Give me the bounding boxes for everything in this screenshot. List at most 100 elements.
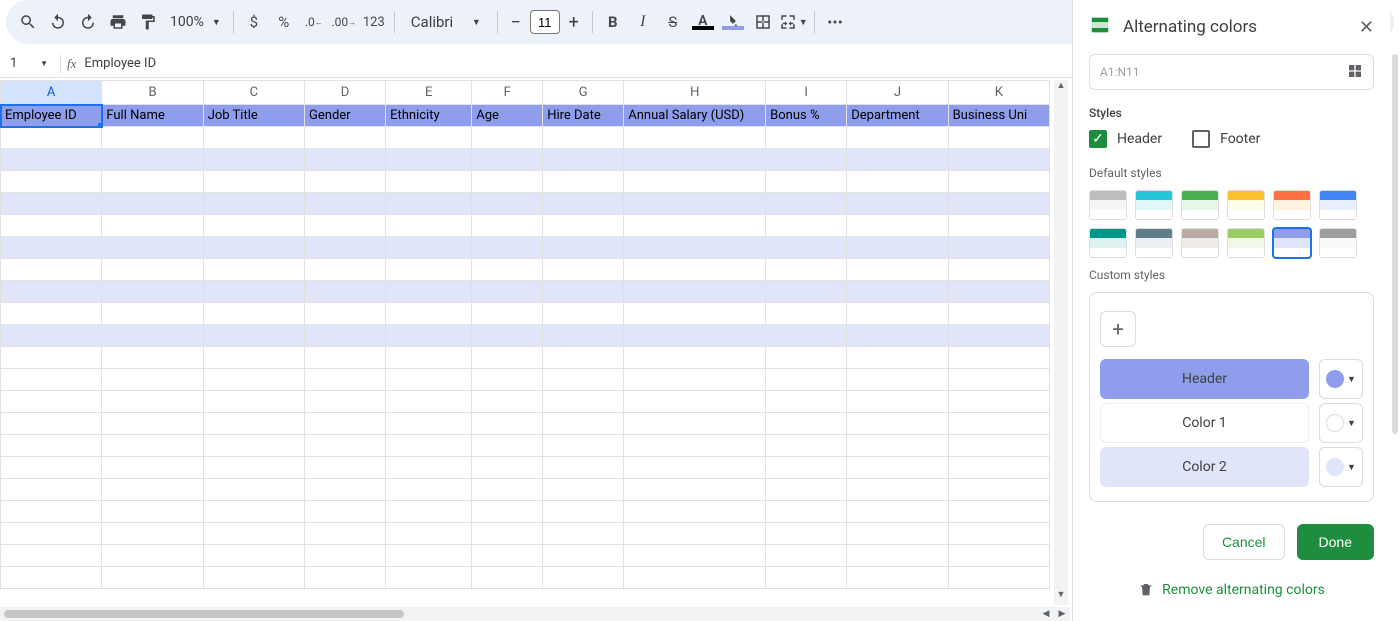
cell[interactable] [472,369,543,391]
cell[interactable] [305,149,386,171]
header-checkbox[interactable]: ✓Header [1089,130,1162,148]
cell[interactable] [203,237,304,259]
cell[interactable] [472,237,543,259]
cell[interactable] [102,237,203,259]
cell[interactable] [203,347,304,369]
cell[interactable] [472,193,543,215]
cell[interactable] [305,193,386,215]
cell[interactable] [766,457,847,479]
grid-select-icon[interactable] [1347,63,1363,82]
cell[interactable] [766,391,847,413]
cell[interactable] [386,545,472,567]
column-header[interactable]: A [1,81,102,105]
zoom-dropdown[interactable]: 100%▼ [164,14,227,30]
cell[interactable] [766,435,847,457]
formula-bar-value[interactable]: Employee ID [84,56,156,71]
cell[interactable] [847,523,948,545]
cell[interactable] [102,545,203,567]
cell[interactable] [472,545,543,567]
cell[interactable] [472,171,543,193]
cell[interactable] [472,501,543,523]
cell[interactable] [1,193,102,215]
cell[interactable] [766,171,847,193]
cell[interactable] [386,281,472,303]
cell[interactable] [624,391,766,413]
cell[interactable] [203,281,304,303]
cell[interactable] [766,149,847,171]
paint-format-button[interactable] [134,8,162,36]
cell[interactable] [102,391,203,413]
cell[interactable] [203,259,304,281]
cell[interactable] [1,369,102,391]
cell[interactable] [102,171,203,193]
cell[interactable] [847,567,948,589]
cell[interactable] [948,369,1049,391]
cell[interactable] [624,149,766,171]
cell[interactable] [543,523,624,545]
decrease-font-button[interactable]: − [504,10,528,34]
font-size-input[interactable] [530,10,560,34]
cell[interactable] [766,479,847,501]
cell[interactable] [624,325,766,347]
cell[interactable] [847,171,948,193]
cell[interactable] [472,435,543,457]
cell[interactable] [102,457,203,479]
cell[interactable] [543,501,624,523]
cell[interactable] [847,391,948,413]
strikethrough-button[interactable]: S [659,8,687,36]
cell[interactable] [472,325,543,347]
style-swatch[interactable] [1089,228,1127,258]
cell[interactable] [386,523,472,545]
cell[interactable] [386,457,472,479]
cell[interactable] [543,545,624,567]
spreadsheet-grid[interactable]: ABCDEFGHIJKEmployee IDFull NameJob Title… [0,80,1070,621]
cell[interactable] [305,369,386,391]
cell[interactable] [1,215,102,237]
cell[interactable] [766,193,847,215]
cell[interactable] [386,149,472,171]
cell[interactable] [543,347,624,369]
name-box[interactable]: 1▼ [4,56,54,71]
cell[interactable] [624,545,766,567]
remove-alternating-colors-button[interactable]: Remove alternating colors [1089,572,1374,614]
cell[interactable] [543,325,624,347]
horizontal-scrollbar[interactable]: ◀ ▶ [0,607,1070,621]
cell[interactable] [386,127,472,149]
style-swatch[interactable] [1273,228,1311,258]
cell[interactable] [766,325,847,347]
color2-picker[interactable]: ▼ [1319,447,1363,487]
cell[interactable]: Department [847,105,948,127]
cell[interactable] [948,303,1049,325]
cell[interactable] [1,413,102,435]
cell[interactable] [102,303,203,325]
done-button[interactable]: Done [1297,524,1374,560]
add-custom-style-button[interactable]: + [1100,311,1136,347]
undo-button[interactable] [44,8,72,36]
close-button[interactable]: ✕ [1359,17,1374,38]
column-header[interactable]: I [766,81,847,105]
print-button[interactable] [104,8,132,36]
bold-button[interactable]: B [599,8,627,36]
column-header[interactable]: G [543,81,624,105]
scroll-up-button[interactable]: ▲ [1057,80,1066,96]
cell[interactable] [203,215,304,237]
cell[interactable] [203,567,304,589]
cell[interactable] [386,567,472,589]
cell[interactable] [624,567,766,589]
cell[interactable] [847,259,948,281]
cell[interactable] [102,413,203,435]
cell[interactable] [203,501,304,523]
cell[interactable] [543,149,624,171]
cell[interactable] [203,149,304,171]
cell[interactable] [948,413,1049,435]
cell[interactable] [203,303,304,325]
cell[interactable] [766,127,847,149]
cell[interactable] [766,215,847,237]
cell[interactable] [948,215,1049,237]
cell[interactable] [1,347,102,369]
cell[interactable] [624,347,766,369]
cell[interactable] [305,281,386,303]
cell[interactable] [543,237,624,259]
cell[interactable] [102,281,203,303]
cell[interactable] [305,545,386,567]
